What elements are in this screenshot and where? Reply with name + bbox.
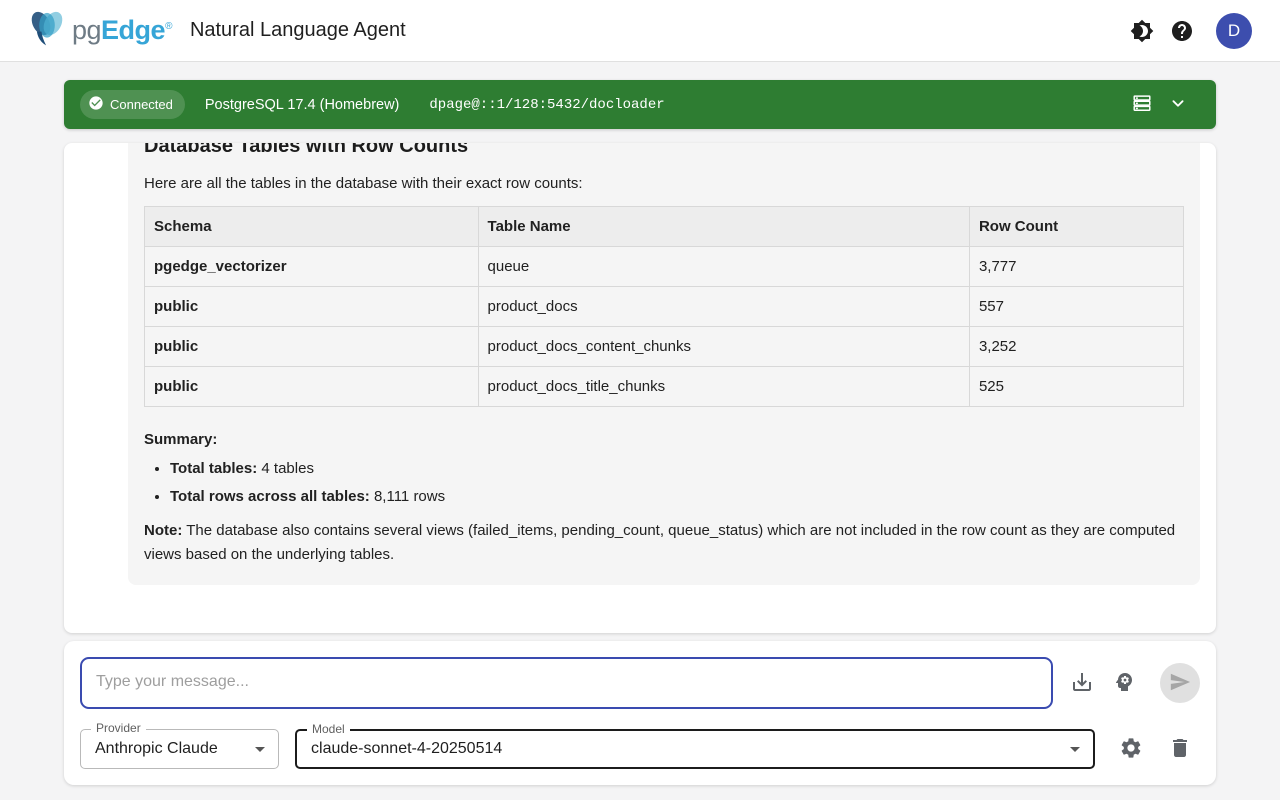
model-select[interactable]: Model claude-sonnet-4-20250514 xyxy=(295,729,1095,769)
send-icon xyxy=(1169,671,1191,696)
pgedge-logo: pgEdge® xyxy=(24,6,172,55)
schema-cell: public xyxy=(145,327,479,367)
schema-cell: public xyxy=(145,367,479,407)
connection-status-label: Connected xyxy=(110,97,173,112)
pgedge-logo-icon xyxy=(24,6,70,55)
page-title: Natural Language Agent xyxy=(190,19,406,42)
table-row: public product_docs 557 xyxy=(145,287,1184,327)
row-count-cell: 3,777 xyxy=(969,247,1183,287)
download-icon xyxy=(1070,670,1094,697)
theme-toggle-button[interactable] xyxy=(1122,11,1162,51)
help-button[interactable] xyxy=(1162,11,1202,51)
row-count-cell: 3,252 xyxy=(969,327,1183,367)
app-header: pgEdge® Natural Language Agent D xyxy=(0,0,1280,62)
database-list-button[interactable] xyxy=(1124,87,1160,123)
table-row: public product_docs_content_chunks 3,252 xyxy=(145,327,1184,367)
column-header-table-name: Table Name xyxy=(478,207,969,247)
server-version-label: PostgreSQL 17.4 (Homebrew) xyxy=(205,97,400,113)
connection-status-badge: Connected xyxy=(80,90,185,119)
connection-string: dpage@::1/128:5432/docloader xyxy=(429,97,664,113)
message-note: Note: The database also contains several… xyxy=(144,519,1184,567)
summary-item: Total tables: 4 tables xyxy=(170,460,1184,477)
provider-select-value: Anthropic Claude xyxy=(81,740,248,758)
psychology-icon xyxy=(1112,670,1136,697)
message-input[interactable] xyxy=(80,657,1053,709)
message-intro: Here are all the tables in the database … xyxy=(144,175,1184,192)
gear-icon xyxy=(1119,736,1143,763)
collapse-connection-button[interactable] xyxy=(1160,87,1196,123)
table-name-cell: product_docs_content_chunks xyxy=(478,327,969,367)
summary-list: Total tables: 4 tables Total rows across… xyxy=(144,460,1184,505)
dropdown-arrow-icon xyxy=(248,737,272,761)
schema-cell: pgedge_vectorizer xyxy=(145,247,479,287)
composer-panel: Provider Anthropic Claude Model claude-s… xyxy=(64,641,1216,785)
table-name-cell: queue xyxy=(478,247,969,287)
column-header-row-count: Row Count xyxy=(969,207,1183,247)
connection-status-bar[interactable]: Connected PostgreSQL 17.4 (Homebrew) dpa… xyxy=(64,80,1216,129)
pgedge-logo-text: pgEdge® xyxy=(72,15,172,46)
table-header-row: Schema Table Name Row Count xyxy=(145,207,1184,247)
row-count-cell: 557 xyxy=(969,287,1183,327)
send-button[interactable] xyxy=(1160,663,1200,703)
row-counts-table: Schema Table Name Row Count pgedge_vecto… xyxy=(144,206,1184,407)
reasoning-toggle-button[interactable] xyxy=(1104,663,1144,703)
row-count-cell: 525 xyxy=(969,367,1183,407)
storage-icon xyxy=(1131,92,1153,117)
user-avatar[interactable]: D xyxy=(1216,13,1252,49)
download-chat-button[interactable] xyxy=(1062,663,1102,703)
clear-chat-button[interactable] xyxy=(1160,729,1200,769)
message-heading: Database Tables with Row Counts xyxy=(144,143,1184,159)
assistant-message: Database Tables with Row Counts Here are… xyxy=(128,143,1200,585)
model-select-value: claude-sonnet-4-20250514 xyxy=(297,740,1063,758)
brightness-icon xyxy=(1130,19,1154,43)
schema-cell: public xyxy=(145,287,479,327)
dropdown-arrow-icon xyxy=(1063,737,1087,761)
table-name-cell: product_docs_title_chunks xyxy=(478,367,969,407)
table-row: pgedge_vectorizer queue 3,777 xyxy=(145,247,1184,287)
model-select-label: Model xyxy=(307,723,350,735)
chevron-down-icon xyxy=(1167,92,1189,117)
table-row: public product_docs_title_chunks 525 xyxy=(145,367,1184,407)
column-header-schema: Schema xyxy=(145,207,479,247)
settings-button[interactable] xyxy=(1111,729,1151,769)
check-circle-icon xyxy=(88,95,104,114)
table-name-cell: product_docs xyxy=(478,287,969,327)
chat-history-panel[interactable]: Database Tables with Row Counts Here are… xyxy=(64,143,1216,633)
trash-icon xyxy=(1168,736,1192,763)
provider-select[interactable]: Provider Anthropic Claude xyxy=(80,729,279,769)
help-icon xyxy=(1170,19,1194,43)
summary-item: Total rows across all tables: 8,111 rows xyxy=(170,488,1184,505)
provider-select-label: Provider xyxy=(91,722,146,734)
summary-heading: Summary: xyxy=(144,431,1184,448)
